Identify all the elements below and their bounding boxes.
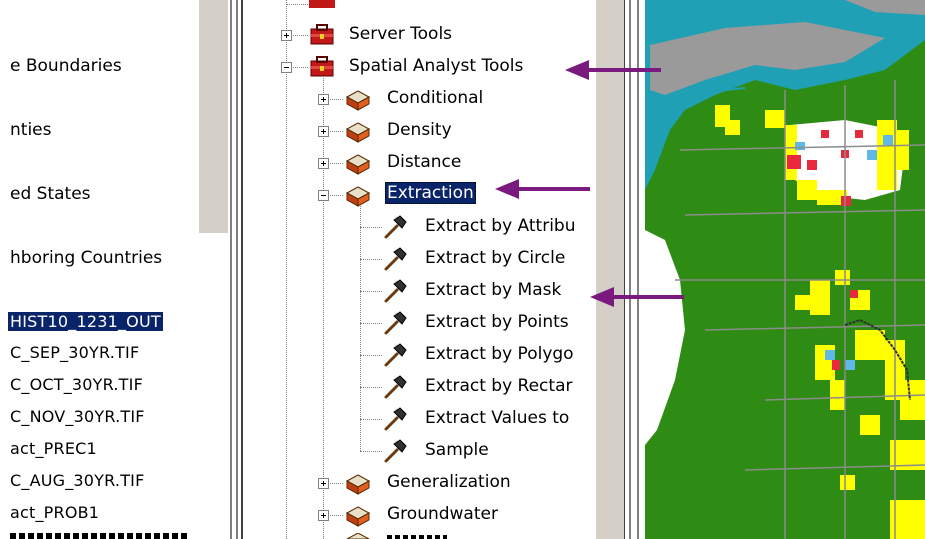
hammer-tool-icon [384, 407, 407, 431]
raster-item-partial [10, 533, 190, 539]
collapse-minus-icon[interactable] [281, 62, 292, 73]
tree-node-label: Server Tools [349, 24, 453, 44]
tree-node-extraction[interactable]: Extraction [385, 182, 476, 204]
tool-extract-by-circle[interactable]: Extract by Circle [425, 248, 565, 268]
raster-item-selected[interactable]: HIST10_1231_OUT [8, 312, 163, 331]
expand-plus-icon[interactable] [318, 510, 329, 521]
hammer-tool-icon [384, 311, 407, 335]
raster-item[interactable]: C_OCT_30YR.TIF [10, 375, 143, 394]
toolset-icon [345, 506, 371, 527]
toolbox-red-icon [310, 24, 334, 45]
raster-item[interactable]: C_AUG_30YR.TIF [10, 471, 145, 490]
toolset-icon [345, 90, 371, 111]
expand-plus-icon[interactable] [318, 126, 329, 137]
tree-node-label: Groundwater [387, 504, 498, 524]
raster-item[interactable]: act_PREC1 [10, 439, 97, 458]
hammer-tool-icon [384, 439, 407, 463]
annotation-arrow [565, 60, 661, 80]
tool-label: Extract by Rectar [425, 376, 573, 396]
expand-plus-icon[interactable] [318, 478, 329, 489]
layer-item[interactable]: ed States [10, 184, 91, 204]
tool-label: Extract by Polygo [425, 344, 574, 364]
toolset-icon [345, 122, 371, 143]
tool-label: Extract by Mask [425, 280, 562, 300]
expand-plus-icon[interactable] [281, 30, 292, 41]
tool-sample[interactable]: Sample [425, 440, 489, 460]
layer-item[interactable]: nties [10, 120, 51, 140]
hammer-tool-icon [384, 247, 407, 271]
tool-extract-values-to-points[interactable]: Extract Values to [425, 408, 569, 428]
arctoolbox-tree: Server Tools Spatial Analyst Tools Condi… [243, 0, 595, 539]
toc-scrollbar-thumb[interactable] [198, 0, 230, 233]
toolset-icon [345, 474, 371, 495]
tree-node-partial [387, 535, 447, 539]
hammer-tool-icon [384, 375, 407, 399]
tree-node-distance[interactable]: Distance [387, 152, 461, 172]
tool-label: Extract by Attribu [425, 216, 576, 236]
tree-node-conditional[interactable]: Conditional [387, 88, 483, 108]
toolset-icon [346, 533, 370, 539]
expand-plus-icon[interactable] [318, 158, 329, 169]
tree-node-label: Spatial Analyst Tools [349, 56, 524, 76]
tree-node-server-tools[interactable]: Server Tools [349, 24, 452, 44]
tool-extract-by-attributes[interactable]: Extract by Attribu [425, 216, 576, 236]
tree-node-density[interactable]: Density [387, 120, 452, 140]
tree-node-label: Generalization [387, 472, 511, 492]
collapse-minus-icon[interactable] [318, 190, 329, 201]
toolbox-icon [309, 0, 335, 8]
tool-label: Extract Values to [425, 408, 570, 428]
raster-item[interactable]: C_NOV_30YR.TIF [10, 407, 145, 426]
toc-scrollbar-track[interactable] [198, 233, 228, 539]
layer-item[interactable]: hboring Countries [10, 248, 162, 268]
annotation-arrow [590, 287, 684, 307]
tool-label: Sample [425, 440, 489, 460]
tree-node-groundwater[interactable]: Groundwater [387, 504, 498, 524]
tool-label: Extract by Points [425, 312, 569, 332]
tree-node-generalization[interactable]: Generalization [387, 472, 511, 492]
tree-node-label-selected: Extraction [385, 182, 476, 204]
tool-extract-by-rectangle[interactable]: Extract by Rectar [425, 376, 572, 396]
map-view[interactable] [645, 0, 925, 539]
tree-node-spatial-analyst-tools[interactable]: Spatial Analyst Tools [349, 56, 523, 76]
tree-node-label: Conditional [387, 88, 484, 108]
hammer-tool-icon [384, 215, 407, 239]
tool-extract-by-points[interactable]: Extract by Points [425, 312, 569, 332]
annotation-arrow [495, 179, 590, 199]
toolset-icon [345, 186, 371, 207]
table-of-contents: e Boundaries nties ed States hboring Cou… [0, 0, 200, 539]
tool-label: Extract by Circle [425, 248, 566, 268]
hammer-tool-icon [384, 279, 407, 303]
expand-plus-icon[interactable] [318, 94, 329, 105]
raster-item[interactable]: C_SEP_30YR.TIF [10, 343, 139, 362]
toolbox-red-icon [310, 56, 334, 77]
raster-item[interactable]: act_PROB1 [10, 503, 99, 522]
panel-divider[interactable] [228, 0, 243, 539]
toolset-icon [345, 154, 371, 175]
tool-extract-by-polygon[interactable]: Extract by Polygo [425, 344, 574, 364]
hammer-tool-icon [384, 343, 407, 367]
tree-node-label: Density [387, 120, 452, 140]
layer-item[interactable]: e Boundaries [10, 56, 122, 76]
tool-extract-by-mask[interactable]: Extract by Mask [425, 280, 561, 300]
tree-node-label: Distance [387, 152, 462, 172]
